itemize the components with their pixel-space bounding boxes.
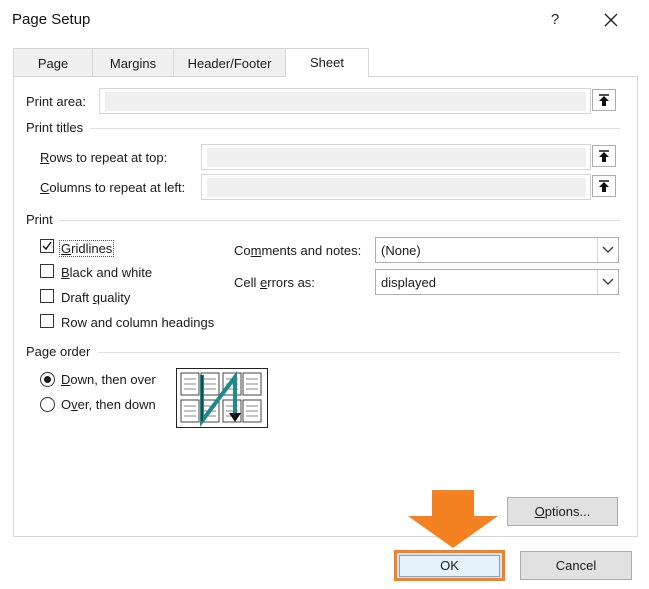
row-column-headings-label[interactable]: Row and column headings (61, 315, 214, 330)
print-area-collapse-button[interactable] (592, 89, 616, 111)
close-icon (604, 13, 618, 27)
dialog-title: Page Setup (12, 11, 91, 28)
columns-to-repeat-label: Columns to repeat at left: (40, 180, 186, 195)
comments-and-notes-select[interactable]: (None) (375, 237, 619, 263)
collapse-dialog-icon (599, 94, 609, 106)
tab-page[interactable]: Page (13, 48, 93, 76)
tab-sheet[interactable]: Sheet (285, 48, 369, 77)
chevron-down-icon (602, 278, 614, 285)
ok-button-label: OK (399, 555, 500, 577)
draft-quality-label[interactable]: Draft quality (61, 290, 130, 305)
black-and-white-label[interactable]: Black and white (61, 265, 152, 280)
cell-errors-value: displayed (381, 275, 436, 290)
comments-and-notes-label: Comments and notes: (234, 243, 362, 258)
down-arrow-icon (408, 490, 498, 548)
page-order-heading: Page order (26, 344, 91, 359)
comments-and-notes-value: (None) (381, 243, 421, 258)
help-button[interactable]: ? (542, 8, 568, 32)
black-and-white-checkbox[interactable] (40, 264, 54, 278)
page-order-preview (176, 368, 268, 428)
print-titles-heading: Print titles (26, 120, 84, 135)
over-then-down-label[interactable]: Over, then down (61, 397, 156, 412)
gridlines-checkbox[interactable] (40, 239, 54, 253)
gridlines-label[interactable]: Gridlines (59, 240, 115, 257)
cancel-button[interactable]: Cancel (520, 551, 632, 580)
draft-quality-checkbox[interactable] (40, 289, 54, 303)
over-then-down-radio[interactable] (40, 397, 55, 412)
comments-dropdown-button[interactable] (597, 238, 618, 262)
close-button[interactable] (596, 6, 626, 34)
columns-to-repeat-input[interactable] (201, 174, 591, 200)
page-order-preview-icon (180, 371, 262, 427)
print-heading: Print (26, 212, 53, 227)
down-then-over-radio[interactable] (40, 372, 55, 387)
chevron-down-icon (602, 246, 614, 253)
cell-errors-select[interactable]: displayed (375, 269, 619, 295)
row-column-headings-checkbox[interactable] (40, 314, 54, 328)
rows-to-repeat-collapse-button[interactable] (592, 145, 616, 167)
tab-margins[interactable]: Margins (92, 48, 174, 76)
collapse-dialog-icon (599, 150, 609, 162)
print-rule (58, 220, 620, 221)
cell-errors-dropdown-button[interactable] (597, 270, 618, 294)
print-titles-rule (90, 128, 620, 129)
tab-header-footer[interactable]: Header/Footer (173, 48, 286, 76)
page-order-rule (98, 352, 620, 353)
print-area-input[interactable] (99, 88, 591, 114)
cell-errors-label: Cell errors as: (234, 275, 315, 290)
print-area-label: Print area: (26, 94, 86, 109)
options-button[interactable]: Options... (507, 497, 618, 526)
ok-button[interactable]: OK (394, 550, 505, 581)
checkmark-icon (42, 241, 52, 251)
annotation-arrow (408, 490, 498, 550)
columns-to-repeat-collapse-button[interactable] (592, 175, 616, 197)
collapse-dialog-icon (599, 180, 609, 192)
rows-to-repeat-input[interactable] (201, 144, 591, 170)
down-then-over-label[interactable]: Down, then over (61, 372, 156, 387)
rows-to-repeat-label: Rows to repeat at top: (40, 150, 168, 165)
